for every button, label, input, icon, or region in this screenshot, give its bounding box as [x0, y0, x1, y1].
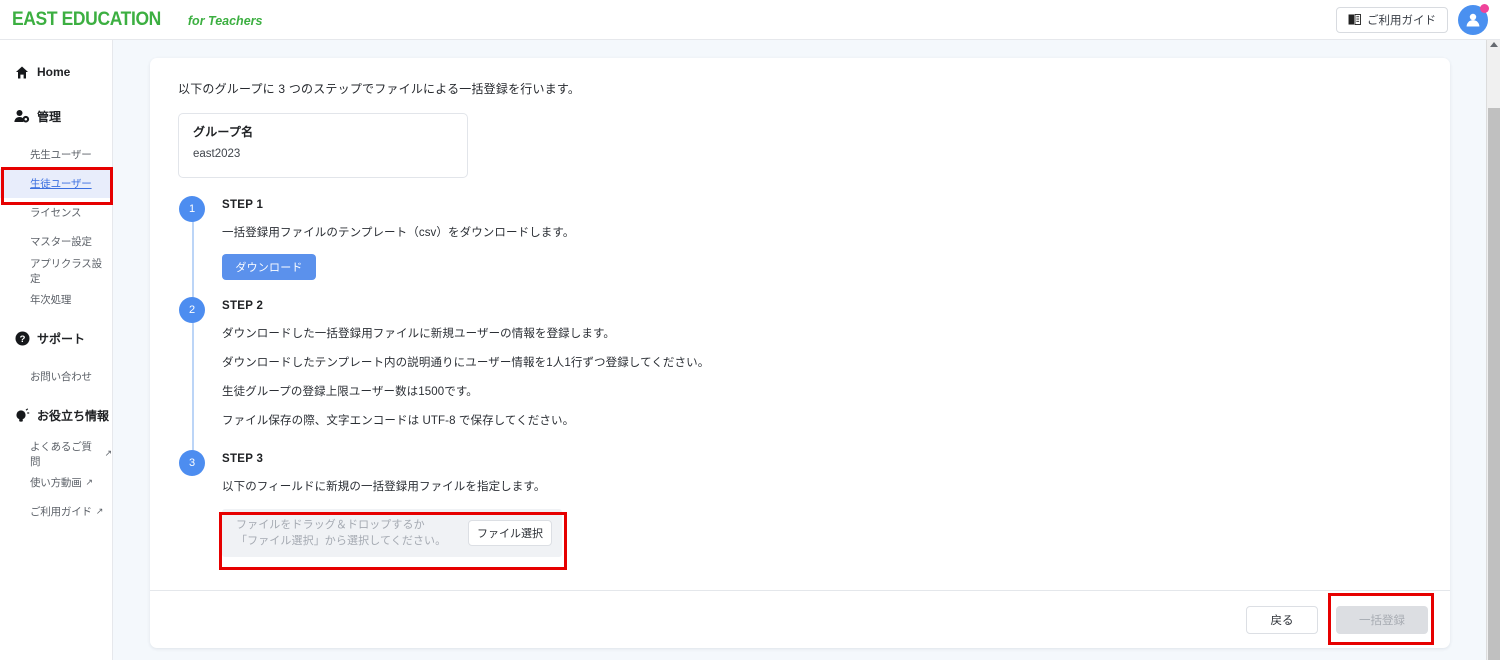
- manage-user-gear-icon: [14, 108, 30, 124]
- dropzone-placeholder-line-2: 「ファイル選択」から選択してください。: [236, 535, 447, 547]
- sidebar-item-user-guide[interactable]: ご利用ガイド ↗: [0, 497, 112, 526]
- brand-logo[interactable]: EAST EDUCATION for Teachers: [0, 9, 262, 31]
- step-2-rail: 2: [178, 297, 222, 475]
- intro-text: 以下のグループに 3 つのステップでファイルによる一括登録を行います。: [178, 82, 581, 96]
- step-1-number: 1: [179, 196, 205, 222]
- step-3-number: 3: [179, 450, 205, 476]
- sidebar-item-annual-process[interactable]: 年次処理: [0, 285, 112, 314]
- notification-badge: [1480, 3, 1489, 13]
- group-name-label: グループ名: [193, 125, 254, 139]
- scroll-up-arrow-icon[interactable]: [1490, 42, 1498, 47]
- sidebar-item-app-class-settings[interactable]: アプリクラス設定: [0, 256, 112, 285]
- sidebar-item-teacher-user[interactable]: 先生ユーザー: [0, 140, 112, 169]
- app-header: EAST EDUCATION for Teachers ご利用ガイド: [0, 0, 1500, 40]
- user-avatar-icon: [1466, 13, 1480, 26]
- download-template-button[interactable]: ダウンロード: [222, 254, 316, 280]
- sidebar-item-useful-info[interactable]: お役立ち情報: [0, 399, 112, 431]
- step-2-text-line-1: ダウンロードした一括登録用ファイルに新規ユーザーの情報を登録します。: [222, 328, 616, 340]
- dropzone-placeholder: ファイルをドラッグ＆ドロップするか 「ファイル選択」から選択してください。: [236, 517, 446, 549]
- step-3-content: STEP 3 以下のフィールドに新規の一括登録用ファイルを指定します。 ファイル…: [222, 450, 1422, 557]
- sidebar-item-teacher-user-label: 先生ユーザー: [30, 149, 92, 161]
- home-icon: [14, 64, 30, 80]
- app-root: EAST EDUCATION for Teachers ご利用ガイド Home …: [0, 0, 1500, 660]
- sidebar-item-app-class-settings-label: アプリクラス設定: [30, 257, 102, 285]
- file-select-button[interactable]: ファイル選択: [468, 520, 552, 546]
- group-name-value: east2023: [193, 148, 241, 160]
- stepper: 1 STEP 1 一括登録用ファイルのテンプレート（csv）をダウンロードします…: [178, 196, 1422, 557]
- sidebar-item-student-user-label: 生徒ユーザー: [30, 178, 92, 190]
- user-guide-button-label: ご利用ガイド: [1367, 14, 1436, 27]
- step-2-text-line-3: 生徒グループの登録上限ユーザー数は1500です。: [222, 386, 478, 398]
- file-dropzone[interactable]: ファイルをドラッグ＆ドロップするか 「ファイル選択」から選択してください。 ファ…: [222, 509, 562, 557]
- sidebar-item-home-label: Home: [37, 65, 71, 79]
- sidebar: Home 管理 先生ユーザー 生徒ユーザー ライセンス マスター設定 アプリクラ…: [0, 40, 113, 660]
- step-2-text-line-2: ダウンロードしたテンプレート内の説明通りにユーザー情報を1人1行ずつ登録してくだ…: [222, 357, 710, 369]
- sidebar-item-manage-label: 管理: [37, 109, 62, 124]
- external-link-icon: ↗: [104, 448, 113, 458]
- step-3-title: STEP 3: [222, 453, 264, 465]
- step-3-text: 以下のフィールドに新規の一括登録用ファイルを指定します。: [222, 481, 546, 493]
- sidebar-item-annual-process-label: 年次処理: [30, 294, 72, 306]
- sidebar-item-faq-label: よくあるご質問: [30, 440, 92, 468]
- step-1-content: STEP 1 一括登録用ファイルのテンプレート（csv）をダウンロードします。 …: [222, 196, 1422, 280]
- sidebar-item-howto-video[interactable]: 使い方動画 ↗: [0, 468, 112, 497]
- step-3-rail: 3: [178, 450, 222, 557]
- bulk-registration-card: 以下のグループに 3 つのステップでファイルによる一括登録を行います。 グループ…: [150, 58, 1450, 648]
- sidebar-item-master-settings[interactable]: マスター設定: [0, 227, 112, 256]
- step-3: 3 STEP 3 以下のフィールドに新規の一括登録用ファイルを指定します。 ファ…: [178, 450, 1422, 557]
- user-guide-button[interactable]: ご利用ガイド: [1336, 6, 1448, 33]
- step-1-title: STEP 1: [222, 199, 264, 211]
- sidebar-item-master-settings-label: マスター設定: [30, 236, 92, 248]
- scrollbar-thumb[interactable]: [1488, 108, 1500, 660]
- back-button[interactable]: 戻る: [1246, 605, 1318, 634]
- sidebar-item-useful-info-label: お役立ち情報: [37, 408, 110, 423]
- card-footer: 戻る 一括登録: [150, 590, 1450, 648]
- sidebar-item-support[interactable]: ? サポート: [0, 322, 112, 354]
- bulk-register-button[interactable]: 一括登録: [1336, 605, 1428, 634]
- step-2-number: 2: [179, 297, 205, 323]
- dropzone-placeholder-line-1: ファイルをドラッグ＆ドロップするか: [236, 519, 425, 531]
- sidebar-item-license-label: ライセンス: [30, 207, 82, 219]
- sidebar-item-license[interactable]: ライセンス: [0, 198, 112, 227]
- step-2-text-line-4: ファイル保存の際、文字エンコードは UTF-8 で保存してください。: [222, 415, 575, 427]
- sidebar-item-contact[interactable]: お問い合わせ: [0, 362, 112, 391]
- lightbulb-icon: [14, 407, 30, 423]
- step-2-content: STEP 2 ダウンロードした一括登録用ファイルに新規ユーザーの情報を登録します…: [222, 297, 1422, 428]
- external-link-icon: ↗: [95, 506, 104, 516]
- logo-primary-text: EAST EDUCATION: [12, 8, 161, 30]
- sidebar-item-student-user[interactable]: 生徒ユーザー: [0, 169, 112, 198]
- sidebar-item-howto-video-label: 使い方動画: [30, 477, 82, 489]
- card-body: 以下のグループに 3 つのステップでファイルによる一括登録を行います。 グループ…: [150, 58, 1450, 557]
- page-scrollbar[interactable]: [1486, 40, 1500, 660]
- svg-text:?: ?: [19, 334, 25, 345]
- sidebar-item-faq[interactable]: よくあるご質問 ↗: [0, 439, 112, 468]
- step-2-title: STEP 2: [222, 300, 264, 312]
- avatar[interactable]: [1458, 3, 1489, 35]
- step-1-text: 一括登録用ファイルのテンプレート（csv）をダウンロードします。: [222, 227, 575, 239]
- sidebar-item-contact-label: お問い合わせ: [30, 371, 92, 383]
- header-actions: ご利用ガイド: [1336, 3, 1500, 35]
- sidebar-item-support-label: サポート: [37, 331, 86, 346]
- external-link-icon: ↗: [85, 477, 94, 487]
- step-2: 2 STEP 2 ダウンロードした一括登録用ファイルに新規ユーザーの情報を登録し…: [178, 297, 1422, 475]
- step-1-rail: 1: [178, 196, 222, 319]
- sidebar-item-user-guide-label: ご利用ガイド: [30, 506, 92, 518]
- logo-secondary-text: for Teachers: [187, 13, 263, 28]
- question-circle-icon: ?: [14, 330, 30, 346]
- sidebar-item-home[interactable]: Home: [0, 56, 112, 88]
- main-content: 以下のグループに 3 つのステップでファイルによる一括登録を行います。 グループ…: [113, 40, 1488, 660]
- sidebar-item-manage[interactable]: 管理: [0, 100, 112, 132]
- step-1: 1 STEP 1 一括登録用ファイルのテンプレート（csv）をダウンロードします…: [178, 196, 1422, 319]
- book-icon: [1348, 14, 1361, 25]
- group-name-card: グループ名 east2023: [178, 113, 468, 178]
